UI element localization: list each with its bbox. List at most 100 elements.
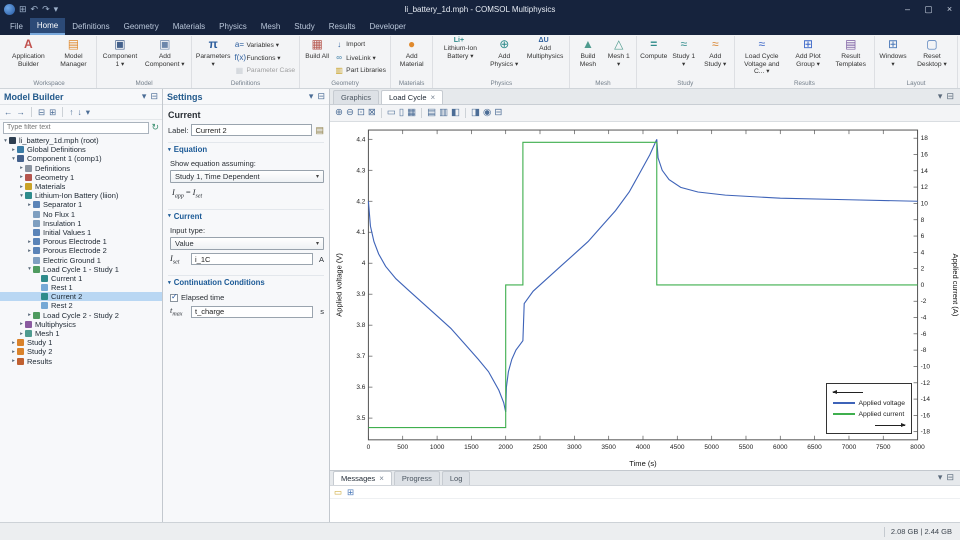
tree-toggle-icon[interactable]: ▸: [10, 358, 17, 364]
add-material-button[interactable]: ●Add Material: [393, 36, 430, 69]
settings-menu-icon[interactable]: ▾: [309, 92, 314, 101]
legend-toggle-icon[interactable]: ▥: [439, 108, 448, 118]
menu-tab-definitions[interactable]: Definitions: [65, 18, 116, 35]
tree-item-electric-ground-1[interactable]: Electric Ground 1: [0, 255, 162, 264]
zoom-in-icon[interactable]: ⊕: [335, 108, 343, 118]
tree-toggle-icon[interactable]: ▸: [18, 184, 25, 190]
tree-item-no-flux-1[interactable]: No Flux 1: [0, 210, 162, 219]
compute-button[interactable]: =Compute: [639, 36, 669, 62]
mesh-button[interactable]: △Mesh 1 ▾: [604, 36, 634, 69]
add-multiphysics-button[interactable]: ΔUAdd Multiphysics: [523, 36, 567, 61]
move-down-icon[interactable]: ↓: [78, 108, 82, 117]
model-manager-button[interactable]: ▤Model Manager: [53, 36, 95, 69]
tree-item-root[interactable]: ▾li_battery_1d.mph (root): [0, 136, 162, 145]
show-menu-icon[interactable]: ▾: [86, 108, 90, 117]
tree-item-insulation-1[interactable]: Insulation 1: [0, 219, 162, 228]
component-button[interactable]: ▣Component 1 ▾: [99, 36, 140, 69]
menu-tab-geometry[interactable]: Geometry: [117, 18, 166, 35]
tree-item-porous-electrode-2[interactable]: ▸Porous Electrode 2: [0, 246, 162, 255]
tree-item-load-cycle-2[interactable]: ▸Load Cycle 2 - Study 2: [0, 311, 162, 320]
menu-tab-physics[interactable]: Physics: [212, 18, 254, 35]
tree-toggle-icon[interactable]: ▸: [18, 165, 25, 171]
result-templates-button[interactable]: ▤Result Templates: [829, 36, 872, 69]
build-mesh-button[interactable]: ▲Build Mesh: [572, 36, 604, 69]
plot-data-icon[interactable]: ▤: [427, 108, 436, 118]
variables-button[interactable]: a=Variables ▾: [232, 38, 297, 51]
tree-item-current-1[interactable]: Current 1: [0, 274, 162, 283]
tree-toggle-icon[interactable]: ▸: [10, 349, 17, 355]
axis-limits-icon[interactable]: ▭: [387, 108, 396, 118]
menu-tab-home[interactable]: Home: [30, 18, 65, 35]
close-tab-icon[interactable]: ×: [431, 94, 436, 102]
graphics-menu-icon[interactable]: ▾: [938, 92, 943, 101]
transparency-icon[interactable]: ◧: [451, 108, 460, 118]
graphics-tab-graphics[interactable]: Graphics: [333, 90, 379, 104]
menu-tab-developer[interactable]: Developer: [362, 18, 412, 35]
y-axis-settings-icon[interactable]: ▯: [399, 108, 404, 118]
tree-toggle-icon[interactable]: ▸: [26, 202, 33, 208]
app-menu-icon[interactable]: ⊞: [19, 5, 27, 14]
clear-messages-icon[interactable]: ▭: [334, 488, 342, 497]
tree-item-initial-values-1[interactable]: Initial Values 1: [0, 228, 162, 237]
image-export-icon[interactable]: ◨: [471, 108, 480, 118]
move-up-icon[interactable]: ↑: [69, 108, 73, 117]
iset-input[interactable]: [191, 253, 313, 265]
parameter-case-button[interactable]: ▦Parameter Case: [232, 64, 297, 77]
parameters-button[interactable]: πParameters ▾: [194, 36, 233, 69]
maximize-button[interactable]: ▢: [918, 0, 939, 18]
import-button[interactable]: ↓Import: [332, 38, 388, 51]
tree-item-porous-electrode-1[interactable]: ▸Porous Electrode 1: [0, 237, 162, 246]
undo-icon[interactable]: ↶: [31, 5, 39, 14]
quick-access-menu-icon[interactable]: ▾: [54, 5, 59, 14]
messages-tab-progress[interactable]: Progress: [394, 471, 440, 485]
zoom-extents-icon[interactable]: ⊡: [357, 108, 365, 118]
tree-item-load-cycle-1[interactable]: ▾Load Cycle 1 - Study 1: [0, 265, 162, 274]
reset-desktop-button[interactable]: ▢Reset Desktop ▾: [909, 36, 955, 69]
float-panel-icon[interactable]: ⊟: [317, 92, 325, 101]
part-libraries-button[interactable]: ▥Part Libraries: [332, 64, 388, 77]
filter-refresh-icon[interactable]: ↻: [151, 123, 159, 132]
tree-item-lithium-ion-battery[interactable]: ▾Lithium-Ion Battery (liion): [0, 191, 162, 200]
messages-tab-messages[interactable]: Messages×: [333, 471, 392, 485]
menu-tab-results[interactable]: Results: [322, 18, 363, 35]
load-cycle-plot-button[interactable]: ≈Load Cycle Voltage and C... ▾: [737, 36, 787, 77]
equation-section-header[interactable]: Equation: [168, 142, 324, 156]
tree-item-definitions[interactable]: ▸Definitions: [0, 164, 162, 173]
add-study-button[interactable]: ≈Add Study ▾: [699, 36, 732, 69]
collapse-all-icon[interactable]: ⊟: [38, 108, 45, 117]
tree-toggle-icon[interactable]: ▾: [26, 266, 33, 272]
add-plot-group-button[interactable]: ⊞Add Plot Group ▾: [787, 36, 830, 69]
zoom-out-icon[interactable]: ⊖: [346, 108, 354, 118]
application-builder-button[interactable]: AApplication Builder: [4, 36, 53, 69]
tree-toggle-icon[interactable]: ▸: [26, 312, 33, 318]
float-panel-icon[interactable]: ⊟: [946, 473, 954, 482]
print-icon[interactable]: ⊟: [494, 108, 502, 118]
input-type-select[interactable]: Value: [170, 237, 324, 250]
forward-icon[interactable]: →: [17, 108, 26, 117]
elapsed-time-checkbox[interactable]: [170, 294, 178, 302]
tree-item-global-definitions[interactable]: ▸Global Definitions: [0, 145, 162, 154]
equation-assuming-select[interactable]: Study 1, Time Dependent: [170, 170, 324, 183]
tree-toggle-icon[interactable]: ▸: [26, 248, 33, 254]
label-input[interactable]: [191, 124, 312, 136]
tree-item-component-1[interactable]: ▾Component 1 (comp1): [0, 154, 162, 163]
zoom-box-icon[interactable]: ⊠: [368, 108, 376, 118]
expand-all-icon[interactable]: ⊞: [49, 108, 56, 117]
grid-icon[interactable]: ▦: [407, 108, 416, 118]
back-icon[interactable]: ←: [4, 108, 13, 117]
close-button[interactable]: ×: [939, 0, 960, 18]
current-section-header[interactable]: Current: [168, 209, 324, 223]
tree-item-materials[interactable]: ▸Materials: [0, 182, 162, 191]
tree-item-current-2[interactable]: Current 2: [0, 292, 162, 301]
model-builder-menu-icon[interactable]: ▾: [142, 92, 147, 101]
tree-item-separator-1[interactable]: ▸Separator 1: [0, 200, 162, 209]
tree-item-geometry-1[interactable]: ▸Geometry 1: [0, 173, 162, 182]
tree-toggle-icon[interactable]: ▸: [26, 239, 33, 245]
tree-toggle-icon[interactable]: ▾: [18, 193, 25, 199]
add-physics-button[interactable]: ⊕Add Physics ▾: [485, 36, 523, 69]
lithium-ion-battery-button[interactable]: Li+Lithium-Ion Battery ▾: [435, 36, 485, 61]
graphics-tab-load-cycle[interactable]: Load Cycle×: [381, 90, 443, 104]
tmax-input[interactable]: [191, 306, 313, 318]
float-panel-icon[interactable]: ⊟: [150, 92, 158, 101]
tree-toggle-icon[interactable]: ▸: [10, 147, 17, 153]
